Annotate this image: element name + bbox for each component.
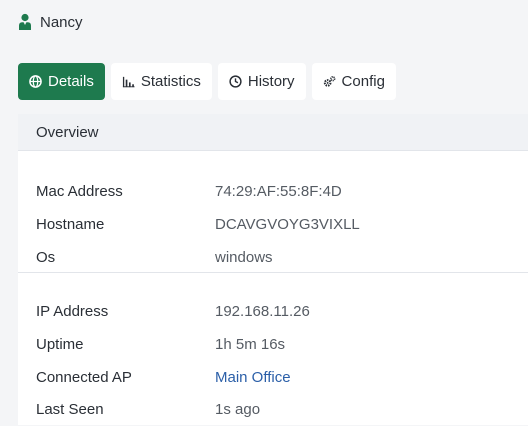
client-name: Nancy [40,13,83,31]
tab-statistics[interactable]: Statistics [110,63,212,100]
tab-details-label: Details [48,73,94,90]
detail-row: Os windows [18,241,528,274]
detail-label: Connected AP [36,369,132,386]
detail-label: Uptime [36,336,84,353]
detail-label: Last Seen [36,401,104,418]
gears-icon [323,75,336,88]
detail-value: windows [215,249,273,266]
tab-history-label: History [247,73,295,90]
details-panel: Overview Mac Address 74:29:AF:55:8F:4D H… [18,114,528,425]
tab-history[interactable]: History [217,63,306,100]
detail-row: Last Seen 1s ago [18,393,528,426]
detail-row: Uptime 1h 5m 16s [18,328,528,361]
tab-details[interactable]: Details [18,63,105,100]
tab-config[interactable]: Config [311,63,396,100]
detail-row: Mac Address 74:29:AF:55:8F:4D [18,175,528,208]
overview-title: Overview [36,123,99,141]
clock-icon [229,75,242,88]
detail-value: DCAVGVOYG3VIXLL [215,216,360,233]
client-header: Nancy [18,10,83,34]
detail-label: Os [36,249,56,266]
detail-label: Mac Address [36,183,123,200]
globe-icon [29,75,42,88]
detail-label: IP Address [36,303,109,320]
detail-value: 74:29:AF:55:8F:4D [215,183,342,200]
connected-ap-link[interactable]: Main Office [215,369,291,386]
person-icon [18,13,32,31]
bar-chart-icon [122,75,135,88]
detail-value: 1s ago [215,401,261,418]
tab-statistics-label: Statistics [140,73,201,90]
overview-header: Overview [18,114,528,151]
detail-row: Hostname DCAVGVOYG3VIXLL [18,208,528,241]
detail-label: Hostname [36,216,105,233]
detail-value: 1h 5m 16s [215,336,286,353]
detail-row: IP Address 192.168.11.26 [18,295,528,328]
detail-row: Connected AP Main Office [18,361,528,394]
section-divider [18,272,528,273]
detail-value: 192.168.11.26 [215,303,310,320]
tab-config-label: Config [341,73,385,90]
tab-bar: Details Statistics History Config [18,63,396,100]
